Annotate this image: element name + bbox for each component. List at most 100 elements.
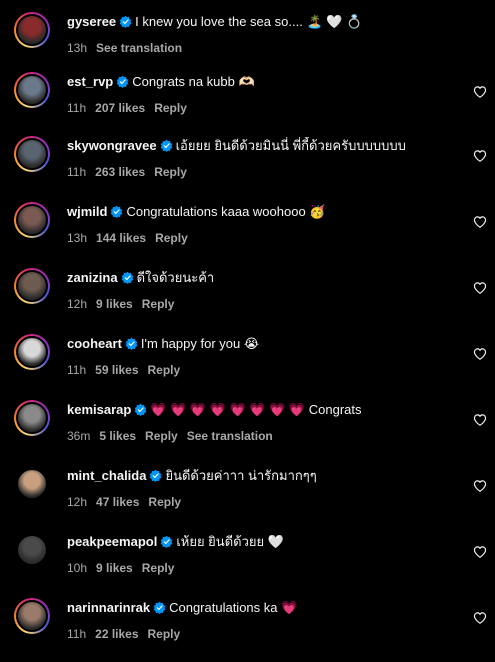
likes-count[interactable]: 5 likes	[99, 429, 136, 443]
comment-meta: 11h 207 likes Reply	[67, 100, 196, 116]
reply-button[interactable]: Reply	[154, 101, 187, 115]
avatar-image	[16, 14, 48, 46]
comment-meta: 13h 144 likes Reply	[67, 230, 197, 246]
like-heart-icon[interactable]	[473, 149, 487, 163]
username-link[interactable]: wjmild	[67, 204, 107, 219]
comment-line: gyseree I knew you love the sea so.... 🏝️…	[67, 13, 455, 31]
like-heart-icon[interactable]	[473, 347, 487, 361]
likes-count[interactable]: 263 likes	[95, 165, 145, 179]
avatar-image	[16, 138, 48, 170]
see-translation-button[interactable]: See translation	[187, 429, 273, 443]
username-link[interactable]: narinnarinrak	[67, 600, 150, 615]
avatar[interactable]	[14, 334, 50, 370]
likes-count[interactable]: 9 likes	[96, 561, 133, 575]
avatar[interactable]	[14, 400, 50, 436]
comment-meta: 12h 9 likes Reply	[67, 296, 183, 312]
username-link[interactable]: kemisarap	[67, 402, 131, 417]
timestamp: 12h	[67, 297, 88, 311]
comment-item: wjmild Congratulations kaaa woohooo 🥳 13h 1…	[0, 200, 495, 266]
verified-badge-icon	[119, 15, 132, 28]
comment-meta: 13h See translation	[67, 40, 191, 56]
avatar[interactable]	[14, 532, 50, 568]
avatar-image	[16, 204, 48, 236]
likes-count[interactable]: 207 likes	[95, 101, 145, 115]
comment-item: kemisarap 💗 💗 💗 💗 💗 💗 💗 💗 Congrats 36m 5 li…	[0, 398, 495, 464]
likes-count[interactable]: 47 likes	[96, 495, 139, 509]
username-link[interactable]: peakpeemapol	[67, 534, 157, 549]
comment-text: Congrats	[308, 402, 362, 417]
timestamp: 11h	[67, 101, 87, 115]
likes-count[interactable]: 144 likes	[96, 231, 146, 245]
comment-emoji: 🥳	[309, 204, 326, 219]
reply-button[interactable]: Reply	[155, 231, 188, 245]
like-heart-icon[interactable]	[473, 215, 487, 229]
comment-emoji: 🏝️ 🤍 💍	[306, 14, 363, 29]
avatar[interactable]	[14, 72, 50, 108]
comment-meta: 11h 59 likes Reply	[67, 362, 189, 378]
comment-line: wjmild Congratulations kaaa woohooo 🥳	[67, 203, 455, 221]
username-link[interactable]: mint_chalida	[67, 468, 146, 483]
verified-badge-icon	[116, 75, 129, 88]
avatar[interactable]	[14, 136, 50, 172]
avatar[interactable]	[14, 202, 50, 238]
likes-count[interactable]: 9 likes	[96, 297, 133, 311]
verified-badge-icon	[149, 469, 162, 482]
timestamp: 13h	[67, 231, 88, 245]
see-translation-button[interactable]: See translation	[96, 41, 182, 55]
username-link[interactable]: est_rvp	[67, 74, 113, 89]
reply-button[interactable]: Reply	[148, 627, 181, 641]
verified-badge-icon	[160, 139, 173, 152]
reply-button[interactable]: Reply	[142, 561, 175, 575]
comment-line: cooheart I'm happy for you 😭	[67, 335, 455, 353]
comment-item: gyseree I knew you love the sea so.... 🏝️…	[0, 10, 495, 76]
comment-item: peakpeemapol เห้ยย ยินดีด้วยย 🤍 10h 9 likes…	[0, 530, 495, 596]
reply-button[interactable]: Reply	[148, 495, 181, 509]
comment-emoji: 😭	[243, 336, 260, 351]
comment-meta: 11h 263 likes Reply	[67, 164, 196, 180]
comment-text: ยินดีด้วยค่าาา น่ารักมากๆๆ	[165, 468, 317, 483]
comment-item: est_rvp Congrats na kubb 🫶🏻 11h 207 likes Re…	[0, 70, 495, 136]
avatar-image	[16, 270, 48, 302]
reply-button[interactable]: Reply	[154, 165, 187, 179]
likes-count[interactable]: 22 likes	[95, 627, 138, 641]
timestamp: 12h	[67, 495, 88, 509]
comment-list: gyseree I knew you love the sea so.... 🏝️…	[0, 0, 495, 661]
verified-badge-icon	[110, 205, 123, 218]
comment-text: Congrats na kubb	[132, 74, 235, 89]
comment-line: peakpeemapol เห้ยย ยินดีด้วยย 🤍	[67, 533, 455, 551]
avatar-image	[16, 468, 48, 500]
timestamp: 11h	[67, 165, 87, 179]
reply-button[interactable]: Reply	[145, 429, 178, 443]
like-heart-icon[interactable]	[473, 611, 487, 625]
like-heart-icon[interactable]	[473, 413, 487, 427]
avatar[interactable]	[14, 466, 50, 502]
avatar-image	[16, 600, 48, 632]
verified-badge-icon	[160, 535, 173, 548]
username-link[interactable]: zanizina	[67, 270, 118, 285]
verified-badge-icon	[125, 337, 138, 350]
comment-item: mint_chalida ยินดีด้วยค่าาา น่ารักมากๆๆ 12…	[0, 464, 495, 530]
avatar[interactable]	[14, 268, 50, 304]
comment-meta: 36m 5 likes Reply See translation	[67, 428, 282, 444]
like-heart-icon[interactable]	[473, 545, 487, 559]
like-heart-icon[interactable]	[473, 479, 487, 493]
comment-line: skywongravee เอ้ยยย ยินดีด้วยมินนี่ พี่กี…	[67, 137, 455, 155]
comment-line: mint_chalida ยินดีด้วยค่าาา น่ารักมากๆๆ	[67, 467, 455, 485]
avatar-image	[16, 402, 48, 434]
username-link[interactable]: cooheart	[67, 336, 122, 351]
avatar-image	[16, 336, 48, 368]
username-link[interactable]: gyseree	[67, 14, 116, 29]
timestamp: 13h	[67, 41, 88, 55]
avatar[interactable]	[14, 598, 50, 634]
comment-item: narinnarinrak Congratulations ka 💗 11h 22 l…	[0, 596, 495, 662]
reply-button[interactable]: Reply	[148, 363, 181, 377]
avatar[interactable]	[14, 12, 50, 48]
likes-count[interactable]: 59 likes	[95, 363, 138, 377]
like-heart-icon[interactable]	[473, 281, 487, 295]
reply-button[interactable]: Reply	[142, 297, 175, 311]
like-heart-icon[interactable]	[473, 85, 487, 99]
comment-text: เอ้ยยย ยินดีด้วยมินนี่ พี่กี้ด้วยครับบบบ…	[175, 138, 406, 153]
timestamp: 11h	[67, 627, 87, 641]
username-link[interactable]: skywongravee	[67, 138, 157, 153]
verified-badge-icon	[121, 271, 134, 284]
